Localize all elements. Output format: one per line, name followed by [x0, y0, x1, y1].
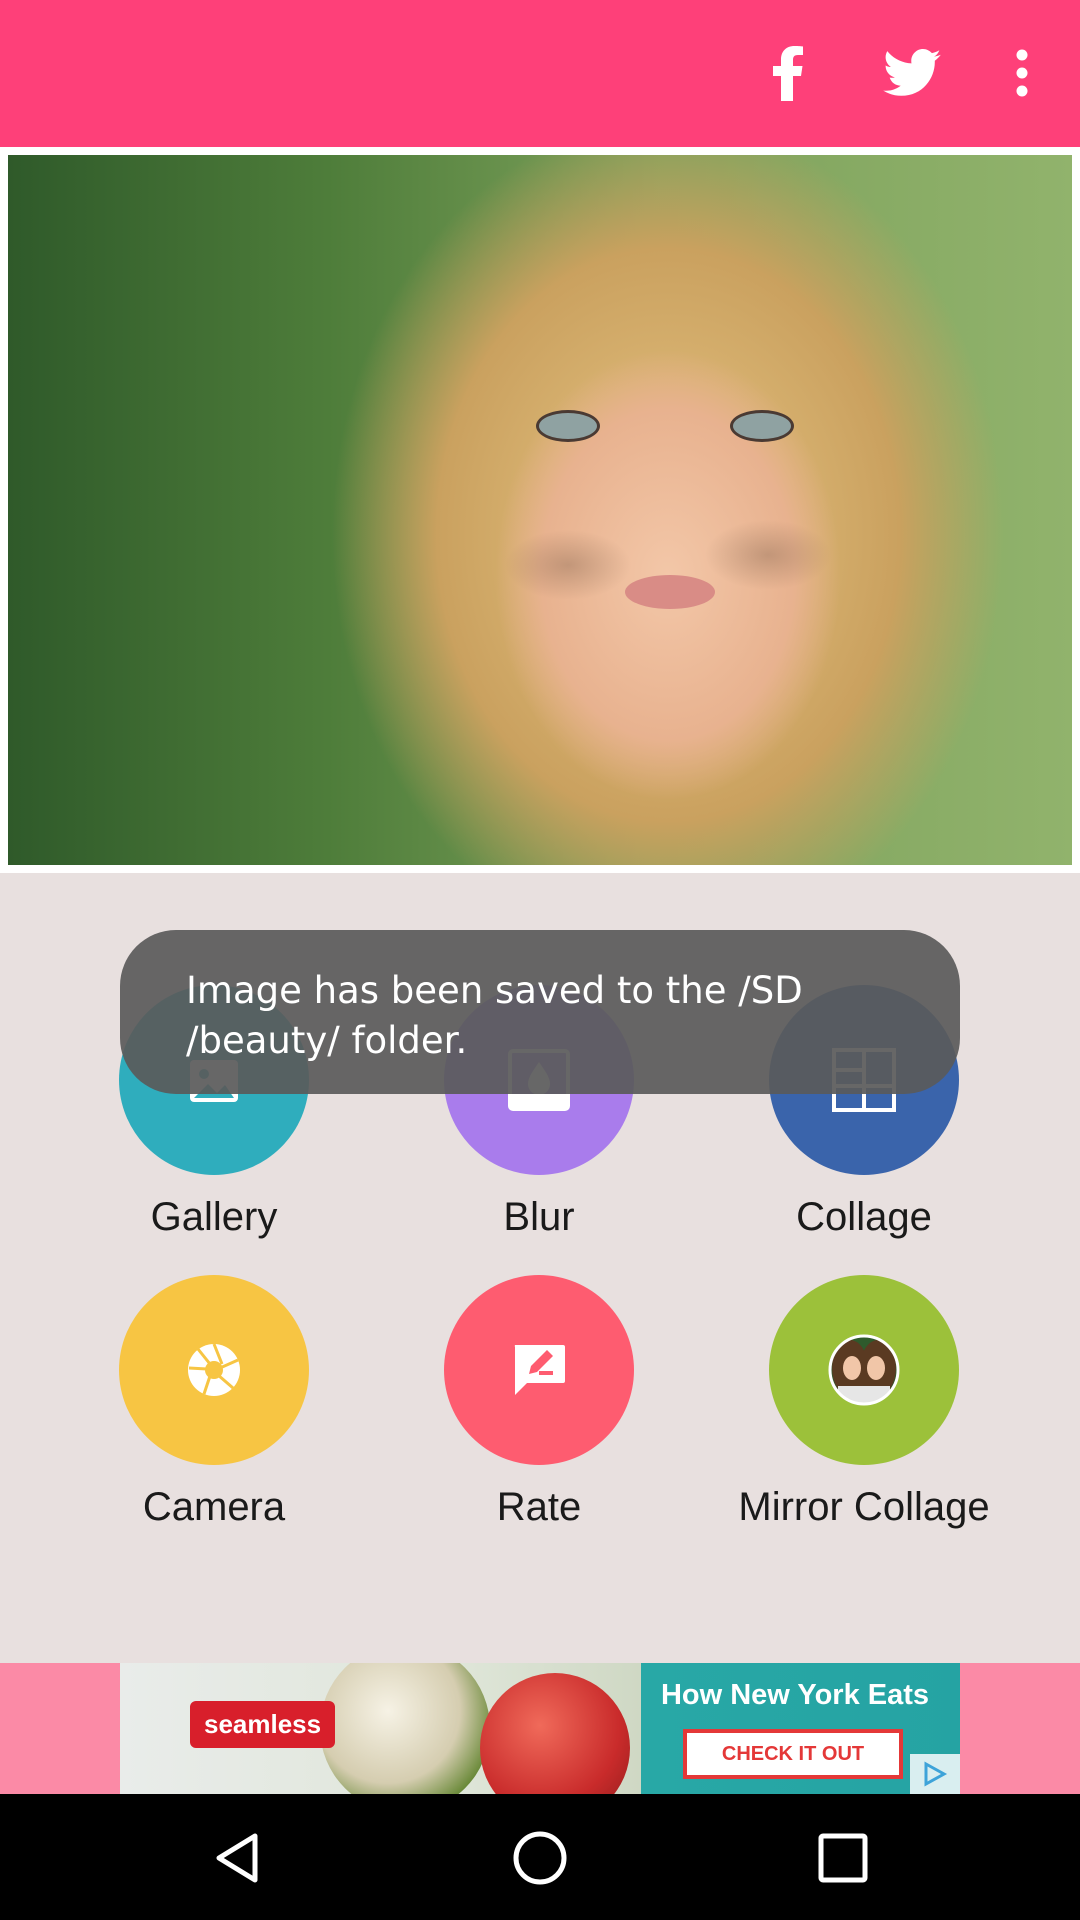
home-button[interactable]: [504, 1822, 576, 1894]
mirror-collage-tile[interactable]: Mirror Collage: [714, 1275, 1014, 1530]
app-bar: [0, 0, 1080, 147]
twitter-share-button[interactable]: [869, 30, 955, 116]
mirror-collage-label: Mirror Collage: [738, 1485, 990, 1529]
photo-detail-eye-left: [536, 410, 600, 442]
camera-tile[interactable]: Camera: [64, 1275, 364, 1530]
adchoices-icon[interactable]: [910, 1754, 960, 1794]
rate-button[interactable]: [444, 1275, 634, 1465]
hero-photo: [8, 155, 1072, 865]
ad-brand: seamless: [190, 1701, 336, 1748]
recents-icon: [818, 1833, 868, 1883]
facebook-icon: [773, 46, 803, 101]
photo-detail-eye-right: [730, 410, 794, 442]
camera-icon: [188, 1343, 240, 1396]
rate-label: Rate: [496, 1485, 582, 1529]
system-nav-bar: [0, 1794, 1080, 1920]
mirror-collage-button[interactable]: [769, 1275, 959, 1465]
mirror-collage-icon: [828, 1334, 900, 1406]
camera-label: Camera: [142, 1485, 286, 1529]
gallery-label: Gallery: [150, 1195, 278, 1239]
blur-label: Blur: [503, 1195, 575, 1239]
photo-detail-lips: [625, 575, 715, 609]
more-options-icon: [1016, 49, 1028, 97]
camera-button[interactable]: [119, 1275, 309, 1465]
hero-image-frame: [0, 147, 1080, 873]
back-icon: [216, 1833, 258, 1883]
ad-image-sushi: [320, 1663, 490, 1794]
ad-cta-button[interactable]: CHECK IT OUT: [683, 1729, 903, 1779]
ad-image-fruit: [480, 1673, 630, 1794]
twitter-icon: [883, 49, 941, 96]
home-icon: [513, 1831, 567, 1885]
ad-headline: How New York Eats: [660, 1679, 930, 1711]
collage-label: Collage: [796, 1195, 932, 1239]
ad-banner[interactable]: seamless How New York Eats CHECK IT OUT: [120, 1663, 960, 1794]
saved-toast: Image has been saved to the /SD /beauty/…: [120, 930, 960, 1094]
back-button[interactable]: [201, 1822, 273, 1894]
recents-button[interactable]: [807, 1822, 879, 1894]
more-options-button[interactable]: [980, 30, 1064, 116]
facebook-share-button[interactable]: [744, 30, 830, 116]
rate-icon: [514, 1345, 565, 1395]
ad-bar: seamless How New York Eats CHECK IT OUT: [0, 1663, 1080, 1794]
rate-tile[interactable]: Rate: [389, 1275, 689, 1530]
